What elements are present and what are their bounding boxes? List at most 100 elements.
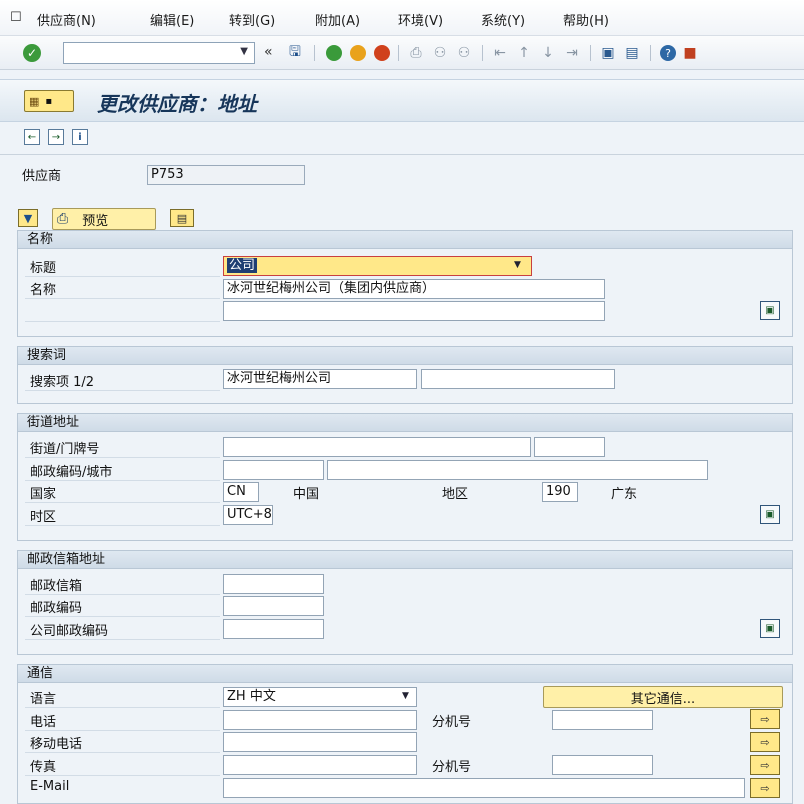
menu-goto[interactable]: 转到(G) xyxy=(229,10,275,29)
vendor-field: P753 xyxy=(147,165,305,185)
fax-more-icon[interactable]: ⇨ xyxy=(750,755,780,775)
name-field[interactable]: 冰河世纪梅州公司（集团内供应商） xyxy=(223,279,605,299)
next-record-icon[interactable]: → xyxy=(48,129,64,145)
toolbar-separator xyxy=(590,45,591,61)
phone-label: 电话 xyxy=(30,715,57,730)
find-icon[interactable]: ⚇ xyxy=(431,44,449,62)
menu-extras[interactable]: 附加(A) xyxy=(315,10,360,29)
company-postal-field[interactable] xyxy=(223,619,324,639)
menu-icon: ▦ xyxy=(29,94,40,108)
communication-group-heading: 通信 xyxy=(17,664,793,683)
more-fields-icon[interactable]: ▣ xyxy=(760,301,780,320)
collapse-icon[interactable]: « xyxy=(264,44,273,60)
chevron-down-icon[interactable]: ▼ xyxy=(514,260,521,270)
row-line xyxy=(25,390,220,391)
more-fields-icon[interactable]: ▣ xyxy=(760,505,780,524)
previous-record-icon[interactable]: ← xyxy=(24,129,40,145)
name-group-heading: 名称 xyxy=(17,230,793,249)
new-session-icon[interactable]: ▣ xyxy=(599,44,617,62)
last-page-icon[interactable]: ⇥ xyxy=(563,44,581,62)
row-line xyxy=(25,707,220,708)
postal-code-field[interactable] xyxy=(223,460,324,480)
region-field[interactable]: 190 xyxy=(542,482,578,502)
timezone-field[interactable]: UTC+8 xyxy=(223,505,273,525)
page-title: 更改供应商：地址 xyxy=(97,92,257,116)
print-icon[interactable]: ⎙ xyxy=(407,44,425,62)
row-line xyxy=(25,752,220,753)
pobox-field[interactable] xyxy=(223,574,324,594)
mobile-field[interactable] xyxy=(223,732,417,752)
screen-menu-button[interactable]: ▦ ▪ xyxy=(24,90,74,112)
email-label: E-Mail xyxy=(30,779,70,794)
street-group-heading: 街道地址 xyxy=(17,413,793,432)
row-line xyxy=(25,321,220,322)
help-icon[interactable]: ? xyxy=(659,44,677,62)
city-field[interactable] xyxy=(327,460,708,480)
more-fields-icon[interactable]: ▣ xyxy=(760,619,780,638)
menu-system[interactable]: 系统(Y) xyxy=(481,10,525,29)
row-line xyxy=(25,594,220,595)
chevron-down-icon[interactable]: ▼ xyxy=(240,46,248,57)
email-more-icon[interactable]: ⇨ xyxy=(750,778,780,798)
timezone-label: 时区 xyxy=(30,510,57,525)
command-field[interactable]: ▼ xyxy=(63,42,255,64)
other-communication-button[interactable]: 其它通信... xyxy=(543,686,783,708)
fax-extension-field[interactable] xyxy=(552,755,653,775)
name-label: 名称 xyxy=(30,283,57,298)
search-group-heading: 搜索词 xyxy=(17,346,793,365)
preview-label: 预览 xyxy=(82,213,109,229)
preview-button[interactable]: ⎙ 预览 xyxy=(52,208,156,230)
layout-icon[interactable]: ■ xyxy=(681,44,699,62)
title-select[interactable]: 公司 xyxy=(223,256,532,276)
enter-icon[interactable]: ✓ xyxy=(23,44,41,62)
row-line xyxy=(25,480,220,481)
company-postal-label: 公司邮政编码 xyxy=(30,624,109,639)
menu-vendor[interactable]: 供应商(N) xyxy=(37,10,96,29)
menu-environment[interactable]: 环境(V) xyxy=(398,10,443,29)
mobile-more-icon[interactable]: ⇨ xyxy=(750,732,780,752)
save-icon[interactable]: 🖫 xyxy=(286,44,304,62)
phone-extension-label: 分机号 xyxy=(432,715,472,730)
chevron-down-icon[interactable]: ▼ xyxy=(402,691,409,701)
row-line xyxy=(25,298,220,299)
vendor-label: 供应商 xyxy=(22,169,62,184)
fax-field[interactable] xyxy=(223,755,417,775)
shortcut-icon[interactable]: ▤ xyxy=(623,44,641,62)
find-next-icon[interactable]: ⚇ xyxy=(455,44,473,62)
menu-edit[interactable]: 编辑(E) xyxy=(150,10,194,29)
phone-more-icon[interactable]: ⇨ xyxy=(750,709,780,729)
house-number-field[interactable] xyxy=(534,437,605,457)
pobox-postal-field[interactable] xyxy=(223,596,324,616)
info-icon[interactable]: i xyxy=(72,129,88,145)
language-label: 语言 xyxy=(30,692,57,707)
pobox-group-heading: 邮政信箱地址 xyxy=(17,550,793,569)
search-term-1[interactable]: 冰河世纪梅州公司 xyxy=(223,369,417,389)
search-term-2[interactable] xyxy=(421,369,615,389)
exit-icon[interactable] xyxy=(349,44,367,62)
cancel-icon[interactable] xyxy=(373,44,391,62)
phone-extension-field[interactable] xyxy=(552,710,653,730)
street-field[interactable] xyxy=(223,437,531,457)
name2-field[interactable] xyxy=(223,301,605,321)
country-field[interactable]: CN xyxy=(223,482,259,502)
row-line xyxy=(25,525,220,526)
next-page-icon[interactable]: ↓ xyxy=(539,44,557,62)
menu-help[interactable]: 帮助(H) xyxy=(563,10,609,29)
expand-icon[interactable]: ▼ xyxy=(18,209,38,227)
application-toolbar xyxy=(0,123,804,155)
first-page-icon[interactable]: ⇤ xyxy=(491,44,509,62)
printer-icon: ⎙ xyxy=(57,211,69,227)
language-select[interactable]: ZH 中文 xyxy=(223,687,417,707)
country-label: 国家 xyxy=(30,487,57,502)
email-field[interactable] xyxy=(223,778,745,798)
toolbar-separator xyxy=(398,45,399,61)
title-label: 标题 xyxy=(30,261,57,276)
menu-exit-icon[interactable]: ☐ xyxy=(10,10,26,25)
phone-field[interactable] xyxy=(223,710,417,730)
back-icon[interactable] xyxy=(325,44,343,62)
search-label: 搜索项 1/2 xyxy=(30,375,95,390)
street-label: 街道/门牌号 xyxy=(30,442,100,457)
toolbar-separator xyxy=(482,45,483,61)
previous-page-icon[interactable]: ↑ xyxy=(515,44,533,62)
versions-icon[interactable]: ▤ xyxy=(170,209,194,227)
